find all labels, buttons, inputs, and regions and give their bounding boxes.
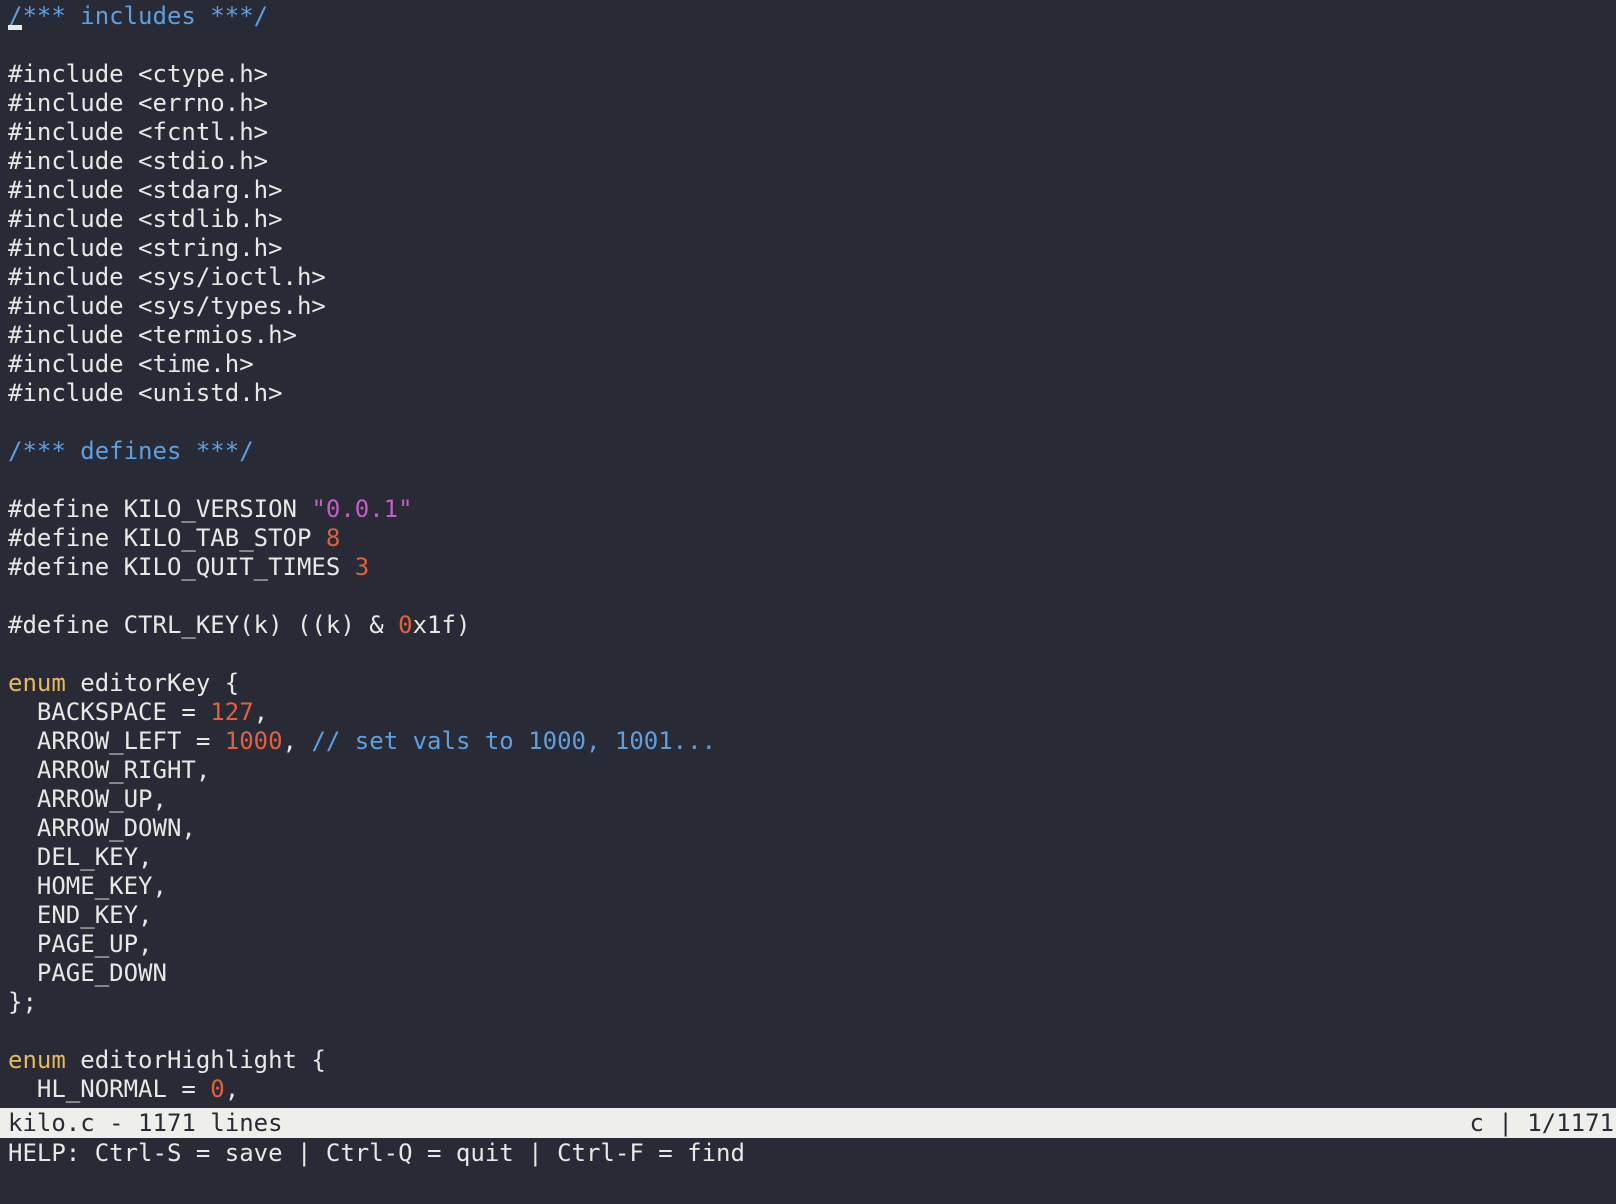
code-token-default: HL_NORMAL = — [8, 1075, 211, 1103]
code-token-default: editorKey { — [65, 669, 240, 697]
code-token-default: #define KILO_QUIT_TIMES — [8, 553, 355, 581]
code-token-default: , — [253, 698, 269, 726]
code-token-number: 8 — [325, 524, 341, 552]
status-bar: kilo.c - 1171 lines c | 1/1171 — [0, 1108, 1616, 1138]
code-line: #include <ctype.h> — [8, 60, 1616, 89]
code-token-number: 127 — [210, 698, 254, 726]
code-token-number: 0 — [398, 611, 413, 639]
code-line: HOME_KEY, — [8, 872, 1616, 901]
code-line: ARROW_LEFT = 1000, // set vals to 1000, … — [8, 727, 1616, 756]
code-token-default: ARROW_RIGHT, — [8, 756, 211, 784]
status-bar-position: c | 1/1171 — [1469, 1109, 1615, 1137]
code-token-default: ARROW_DOWN, — [8, 814, 196, 842]
code-token-default: #include <ctype.h> — [8, 60, 269, 88]
code-token-default: #include <time.h> — [8, 350, 254, 378]
code-line: ARROW_DOWN, — [8, 814, 1616, 843]
code-line: #define KILO_VERSION "0.0.1" — [8, 495, 1616, 524]
code-line: PAGE_UP, — [8, 930, 1616, 959]
code-line: /*** includes ***/ — [8, 2, 1616, 31]
code-token-default: , — [282, 727, 312, 755]
code-line: ARROW_UP, — [8, 785, 1616, 814]
code-line: #include <fcntl.h> — [8, 118, 1616, 147]
code-token-number: 0 — [210, 1075, 225, 1103]
code-token-default: #include <termios.h> — [8, 321, 297, 349]
code-line: #include <sys/ioctl.h> — [8, 263, 1616, 292]
code-token-default: PAGE_UP, — [8, 930, 153, 958]
code-token-default: #include <stdarg.h> — [8, 176, 283, 204]
code-token-default: DEL_KEY, — [8, 843, 153, 871]
code-token-default: ARROW_UP, — [8, 785, 167, 813]
code-line: #define CTRL_KEY(k) ((k) & 0x1f) — [8, 611, 1616, 640]
code-line: HL_NORMAL = 0, — [8, 1075, 1616, 1104]
code-token-default: #define CTRL_KEY(k) ((k) & — [8, 611, 399, 639]
code-token-number: 3 — [354, 553, 370, 581]
code-token-default: ARROW_LEFT = — [8, 727, 225, 755]
code-token-default: END_KEY, — [8, 901, 153, 929]
code-token-default: #include <errno.h> — [8, 89, 269, 117]
code-line: #define KILO_TAB_STOP 8 — [8, 524, 1616, 553]
code-line: #include <stdlib.h> — [8, 205, 1616, 234]
text-cursor — [8, 25, 22, 30]
code-line: BACKSPACE = 127, — [8, 698, 1616, 727]
code-line: #include <string.h> — [8, 234, 1616, 263]
code-token-comment: /*** includes ***/ — [8, 2, 269, 30]
code-token-keyword: enum — [8, 669, 66, 697]
code-token-default: BACKSPACE = — [8, 698, 211, 726]
terminal-window: /*** includes ***/ #include <ctype.h> #in… — [0, 0, 1616, 1204]
code-line: #include <time.h> — [8, 350, 1616, 379]
code-token-default: x1f) — [412, 611, 471, 639]
code-token-default: , — [224, 1075, 240, 1103]
code-token-default: PAGE_DOWN — [8, 959, 167, 987]
code-token-default: #include <string.h> — [8, 234, 283, 262]
message-bar: HELP: Ctrl-S = save | Ctrl-Q = quit | Ct… — [8, 1139, 745, 1167]
code-token-default: #include <sys/ioctl.h> — [8, 263, 326, 291]
code-line: /*** defines ***/ — [8, 437, 1616, 466]
code-token-default: #include <unistd.h> — [8, 379, 283, 407]
code-line: DEL_KEY, — [8, 843, 1616, 872]
code-token-default: #include <sys/types.h> — [8, 292, 326, 320]
code-line: #include <sys/types.h> — [8, 292, 1616, 321]
code-token-default: #include <fcntl.h> — [8, 118, 269, 146]
code-token-comment: // set vals to 1000, 1001... — [311, 727, 717, 755]
code-line: PAGE_DOWN — [8, 959, 1616, 988]
code-line: #include <stdio.h> — [8, 147, 1616, 176]
code-line: }; — [8, 988, 1616, 1017]
code-token-comment: /*** defines ***/ — [8, 437, 254, 465]
code-line: #define KILO_QUIT_TIMES 3 — [8, 553, 1616, 582]
code-token-default: }; — [8, 988, 37, 1016]
code-line: enum editorKey { — [8, 669, 1616, 698]
code-token-default: #define KILO_TAB_STOP — [8, 524, 326, 552]
code-line: #include <unistd.h> — [8, 379, 1616, 408]
code-line: enum editorHighlight { — [8, 1046, 1616, 1075]
code-line: END_KEY, — [8, 901, 1616, 930]
status-bar-filename: kilo.c - 1171 lines — [8, 1109, 283, 1137]
code-line: #include <errno.h> — [8, 89, 1616, 118]
code-token-default: editorHighlight { — [65, 1046, 326, 1074]
code-line: #include <stdarg.h> — [8, 176, 1616, 205]
code-token-default: HOME_KEY, — [8, 872, 167, 900]
code-token-default: #include <stdlib.h> — [8, 205, 283, 233]
code-line: ARROW_RIGHT, — [8, 756, 1616, 785]
code-line: #include <termios.h> — [8, 321, 1616, 350]
editor-text-area[interactable]: /*** includes ***/ #include <ctype.h> #in… — [0, 0, 1616, 1108]
code-token-default: #define KILO_VERSION — [8, 495, 312, 523]
code-token-default: #include <stdio.h> — [8, 147, 269, 175]
code-token-string: "0.0.1" — [311, 495, 413, 523]
code-token-keyword: enum — [8, 1046, 66, 1074]
code-token-number: 1000 — [224, 727, 283, 755]
